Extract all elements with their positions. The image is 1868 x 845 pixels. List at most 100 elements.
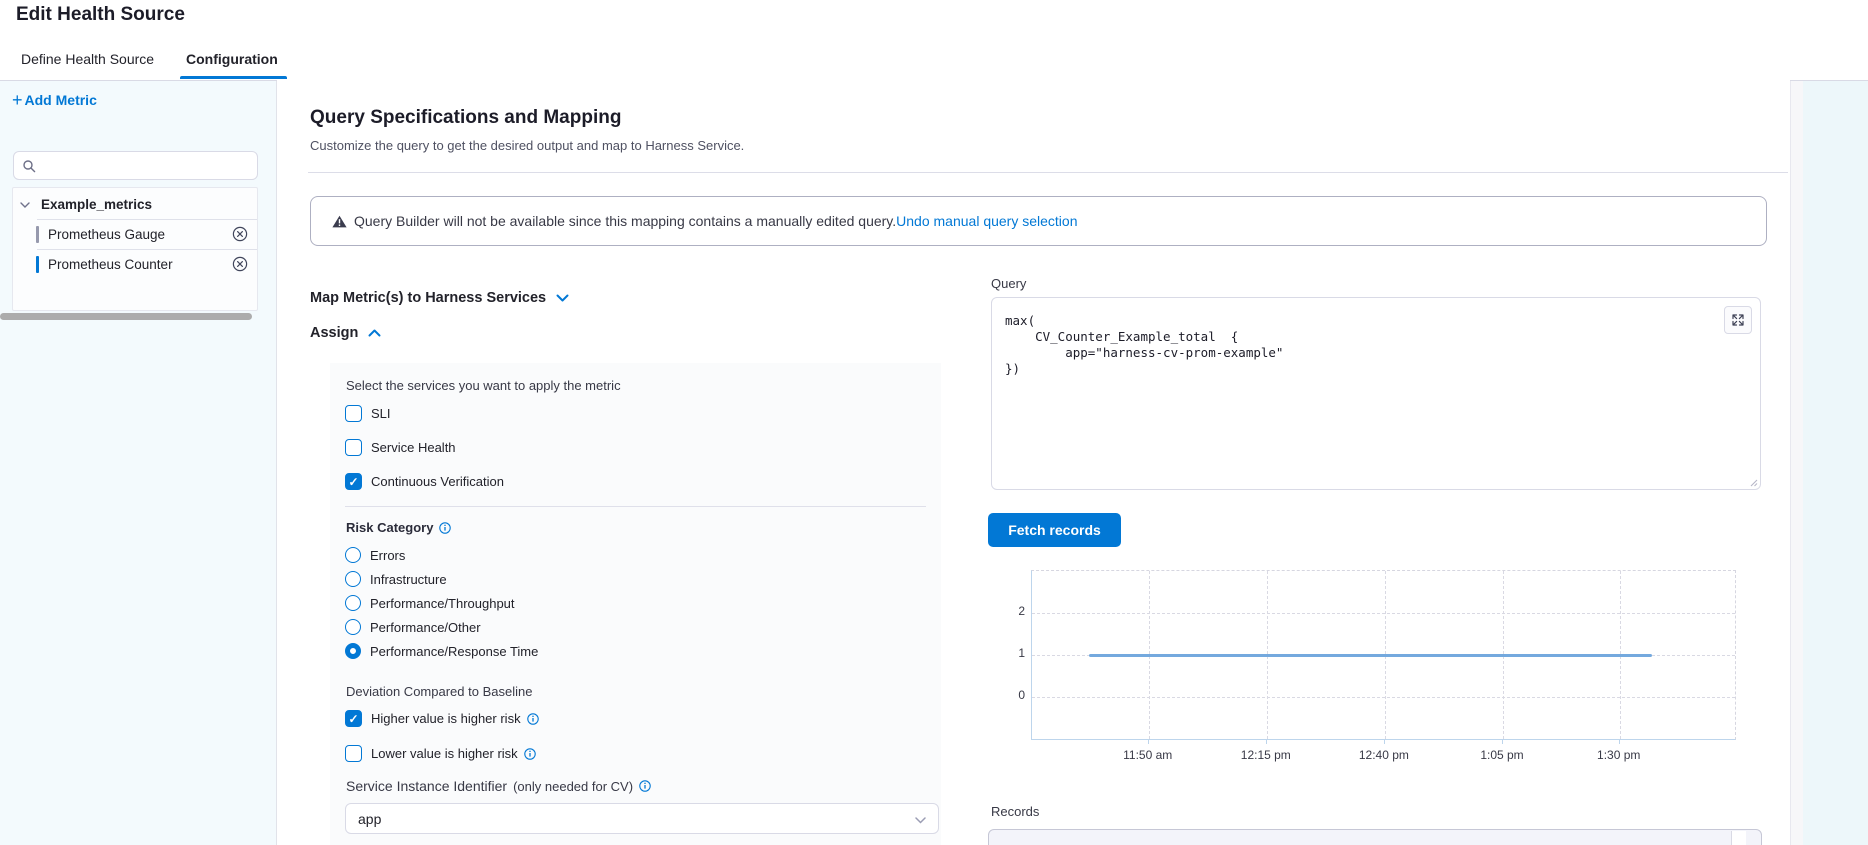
section-subtitle: Customize the query to get the desired o…	[310, 138, 744, 153]
x-tick-label: 11:50 am	[1123, 748, 1172, 762]
radio-row-errors[interactable]: Errors	[345, 547, 405, 563]
radio-button[interactable]	[345, 595, 361, 611]
scroll-gutter	[1790, 81, 1804, 845]
service-instance-identifier-select[interactable]: app	[345, 803, 939, 834]
x-tick-mark	[1384, 739, 1385, 744]
sii-label: Service Instance Identifier	[346, 778, 507, 794]
x-tick-mark	[1619, 739, 1620, 744]
y-tick-label: 0	[999, 688, 1025, 702]
chart: 21011:50 am12:15 pm12:40 pm1:05 pm1:30 p…	[991, 562, 1781, 777]
plus-icon: +	[12, 92, 23, 108]
records-scrollbar-gutter	[1731, 831, 1746, 845]
chart-series-line	[1089, 654, 1652, 657]
checkbox-row-lower-risk[interactable]: ✓ Lower value is higher risk	[345, 745, 536, 762]
y-tick-label: 1	[999, 646, 1025, 660]
assign-label: Assign	[310, 325, 358, 341]
remove-metric-button[interactable]	[232, 256, 248, 272]
checkbox[interactable]: ✓	[345, 405, 362, 422]
metric-item-prometheus-counter[interactable]: Prometheus Counter	[13, 250, 257, 279]
checkbox-row-service-health[interactable]: ✓ Service Health	[345, 439, 456, 456]
map-metrics-toggle[interactable]: Map Metric(s) to Harness Services	[310, 290, 569, 306]
checkbox-label: SLI	[371, 406, 391, 421]
chevron-down-icon	[556, 294, 569, 302]
radio-row-performance-throughput[interactable]: Performance/Throughput	[345, 595, 515, 611]
radio-button[interactable]	[345, 547, 361, 563]
query-editor[interactable]: max( CV_Counter_Example_total { app="har…	[991, 297, 1761, 490]
metric-search	[13, 151, 258, 180]
radio-label: Infrastructure	[370, 572, 447, 587]
checkbox[interactable]: ✓	[345, 710, 362, 727]
query-label: Query	[991, 276, 1026, 291]
query-text[interactable]: max( CV_Counter_Example_total { app="har…	[992, 298, 1760, 392]
remove-metric-button[interactable]	[232, 226, 248, 242]
radio-label: Performance/Response Time	[370, 644, 538, 659]
radio-row-performance-response-time[interactable]: Performance/Response Time	[345, 643, 538, 659]
metric-item-prometheus-gauge[interactable]: Prometheus Gauge	[13, 220, 257, 249]
assign-toggle[interactable]: Assign	[310, 325, 381, 341]
checkbox-row-higher-risk[interactable]: ✓ Higher value is higher risk	[345, 710, 539, 727]
x-tick-label: 1:30 pm	[1597, 748, 1640, 762]
expand-query-button[interactable]	[1724, 306, 1752, 334]
checkbox-label: Continuous Verification	[371, 474, 504, 489]
undo-manual-query-link[interactable]: Undo manual query selection	[896, 213, 1077, 229]
tab-configuration[interactable]: Configuration	[186, 40, 278, 79]
maximize-icon	[1731, 313, 1745, 327]
radio-button[interactable]	[345, 619, 361, 635]
checkbox-row-sli[interactable]: ✓ SLI	[345, 405, 391, 422]
deviation-label: Deviation Compared to Baseline	[346, 684, 532, 699]
divider	[308, 172, 1788, 173]
x-tick-mark	[1148, 739, 1149, 744]
tab-define-health-source[interactable]: Define Health Source	[21, 40, 154, 79]
x-tick-mark	[1502, 739, 1503, 744]
radio-label: Performance/Other	[370, 620, 481, 635]
metric-group-row[interactable]: Example_metrics	[13, 190, 257, 219]
radio-row-performance-other[interactable]: Performance/Other	[345, 619, 481, 635]
checkbox-label: Lower value is higher risk	[371, 746, 518, 761]
page-title: Edit Health Source	[16, 4, 185, 26]
search-input[interactable]	[42, 153, 256, 180]
risk-category-label: Risk Category	[346, 520, 433, 535]
info-icon[interactable]	[527, 713, 539, 725]
chart-plot-area	[1031, 570, 1736, 740]
records-box	[988, 829, 1762, 845]
checkbox-label: Service Health	[371, 440, 456, 455]
metric-item-label: Prometheus Gauge	[48, 227, 165, 242]
configuration-panel: Query Specifications and Mapping Customi…	[277, 80, 1790, 845]
info-icon[interactable]	[524, 748, 536, 760]
sii-note: (only needed for CV)	[513, 779, 633, 794]
metric-group-label: Example_metrics	[41, 197, 152, 212]
assign-panel: Select the services you want to apply th…	[330, 363, 941, 845]
y-tick-label: 2	[999, 604, 1025, 618]
fetch-records-button[interactable]: Fetch records	[988, 513, 1121, 547]
radio-button[interactable]	[345, 643, 361, 659]
check-icon: ✓	[348, 476, 358, 488]
radio-row-infrastructure[interactable]: Infrastructure	[345, 571, 447, 587]
checkbox[interactable]: ✓	[345, 745, 362, 762]
chevron-up-icon	[368, 329, 381, 337]
records-label: Records	[991, 804, 1039, 819]
radio-button[interactable]	[345, 571, 361, 587]
metrics-sidebar: + Add Metric Example_metrics Prometheus …	[0, 81, 277, 845]
y-gridline	[1032, 697, 1735, 698]
metric-accent-bar	[36, 256, 39, 273]
warning-banner: Query Builder will not be available sinc…	[310, 196, 1767, 246]
resize-handle[interactable]	[1748, 477, 1758, 487]
checkbox-row-continuous-verification[interactable]: ✓ Continuous Verification	[345, 473, 504, 490]
info-icon[interactable]	[439, 522, 451, 534]
divider	[345, 506, 926, 507]
checkbox[interactable]: ✓	[345, 439, 362, 456]
background-panel	[1803, 81, 1868, 845]
chevron-down-icon	[20, 202, 30, 208]
risk-category-header: Risk Category	[346, 520, 451, 535]
metric-accent-bar	[36, 226, 39, 243]
add-metric-button[interactable]: + Add Metric	[12, 92, 97, 108]
x-tick-label: 1:05 pm	[1480, 748, 1523, 762]
tab-bar: Define Health Source Configuration	[0, 40, 1868, 81]
horizontal-scrollbar[interactable]	[0, 313, 252, 320]
metric-item-label: Prometheus Counter	[48, 257, 173, 272]
y-gridline	[1032, 613, 1735, 614]
radio-label: Errors	[370, 548, 405, 563]
x-tick-mark	[1266, 739, 1267, 744]
checkbox[interactable]: ✓	[345, 473, 362, 490]
info-icon[interactable]	[639, 780, 651, 792]
